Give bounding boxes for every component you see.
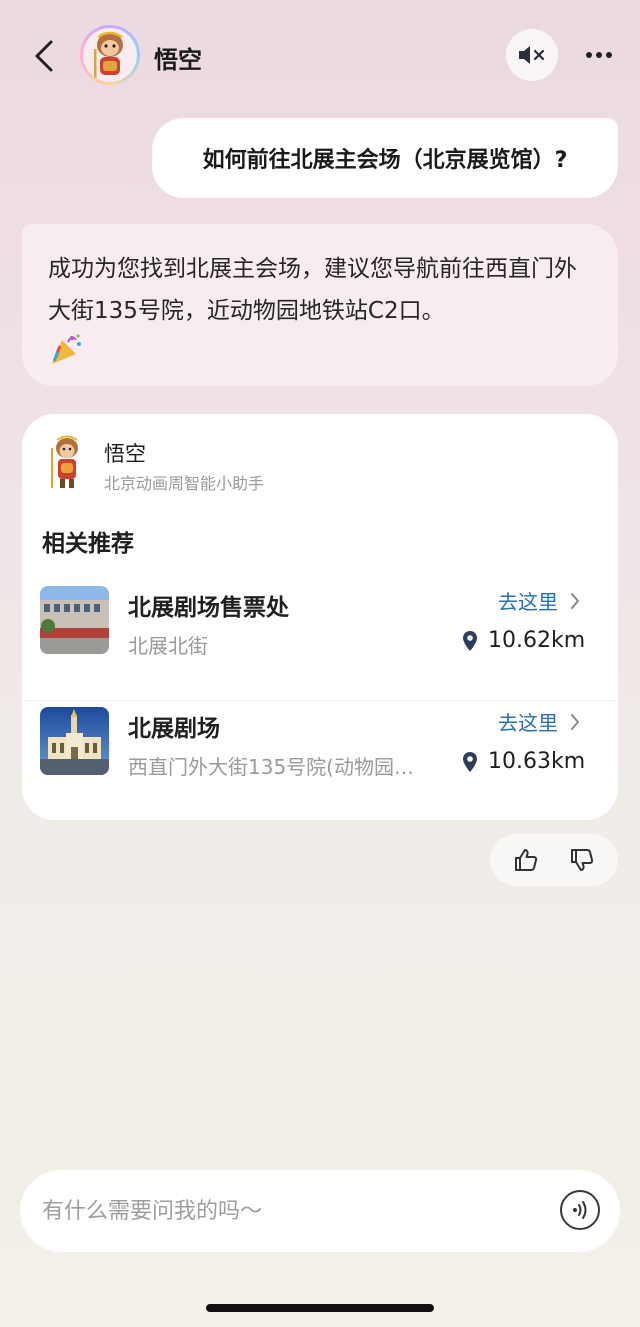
section-title: 相关推荐 xyxy=(42,531,134,557)
place-address: 西直门外大街135号院(动物园… xyxy=(128,755,414,779)
speaker-mute-icon xyxy=(519,46,545,64)
go-here-link[interactable]: 去这里 xyxy=(498,707,580,736)
location-pin-icon xyxy=(463,630,477,651)
chat-input-bar xyxy=(20,1170,620,1252)
bot-message: 成功为您找到北展主会场，建议您导航前往西直门外大街135号院，近动物园地铁站C2… xyxy=(22,224,618,386)
location-pin-icon xyxy=(463,751,477,772)
distance-value: 10.62km xyxy=(488,628,586,653)
go-here-link[interactable]: 去这里 xyxy=(498,586,580,615)
bot-message-text: 成功为您找到北展主会场，建议您导航前往西直门外大街135号院，近动物园地铁站C2… xyxy=(48,256,577,324)
assistant-subtitle: 北京动画周智能小助手 xyxy=(104,474,265,493)
chevron-right-icon xyxy=(571,592,579,609)
place-name: 北展剧场 xyxy=(128,716,220,742)
feedback-bar xyxy=(490,834,618,886)
place-distance: 10.63km xyxy=(462,749,585,774)
party-popper-icon xyxy=(52,334,81,364)
mute-button[interactable] xyxy=(506,29,558,81)
monkey-king-avatar-icon xyxy=(51,435,78,488)
home-indicator[interactable] xyxy=(206,1304,434,1312)
place-thumbnail xyxy=(40,586,109,654)
chevron-left-icon xyxy=(35,40,53,72)
assistant-name: 悟空 xyxy=(104,442,146,466)
place-item[interactable]: 北展剧场售票处 北展北街 去这里 10.62km xyxy=(22,580,618,700)
dislike-button[interactable] xyxy=(562,840,602,880)
voice-input-button[interactable] xyxy=(560,1190,600,1230)
bot-avatar[interactable] xyxy=(80,25,140,85)
more-options-button[interactable] xyxy=(578,38,620,72)
chat-header: 悟空 xyxy=(0,0,640,112)
voice-wave-icon xyxy=(573,1201,587,1219)
page-title: 悟空 xyxy=(154,46,202,74)
go-here-label: 去这里 xyxy=(498,711,558,735)
thumbs-up-icon xyxy=(515,849,538,871)
place-distance: 10.62km xyxy=(462,628,585,653)
place-item[interactable]: 北展剧场 西直门外大街135号院(动物园… 去这里 10.63km xyxy=(22,700,618,820)
place-thumbnail xyxy=(40,707,109,775)
place-name: 北展剧场售票处 xyxy=(128,595,289,621)
recommendation-card: 悟空 北京动画周智能小助手 相关推荐 北展剧场售票处 北展北街 去这里 10.6… xyxy=(22,414,618,820)
place-address: 北展北街 xyxy=(128,634,208,658)
user-message: 如何前往北展主会场（北京展览馆）? xyxy=(152,118,618,198)
monkey-king-avatar-icon xyxy=(94,31,123,79)
chat-input[interactable] xyxy=(42,1192,522,1230)
chevron-right-icon xyxy=(571,713,579,730)
thumbs-down-icon xyxy=(571,849,594,871)
distance-value: 10.63km xyxy=(488,749,586,774)
go-here-label: 去这里 xyxy=(498,590,558,614)
back-button[interactable] xyxy=(26,36,62,76)
more-dots-icon xyxy=(586,52,612,58)
like-button[interactable] xyxy=(506,840,546,880)
